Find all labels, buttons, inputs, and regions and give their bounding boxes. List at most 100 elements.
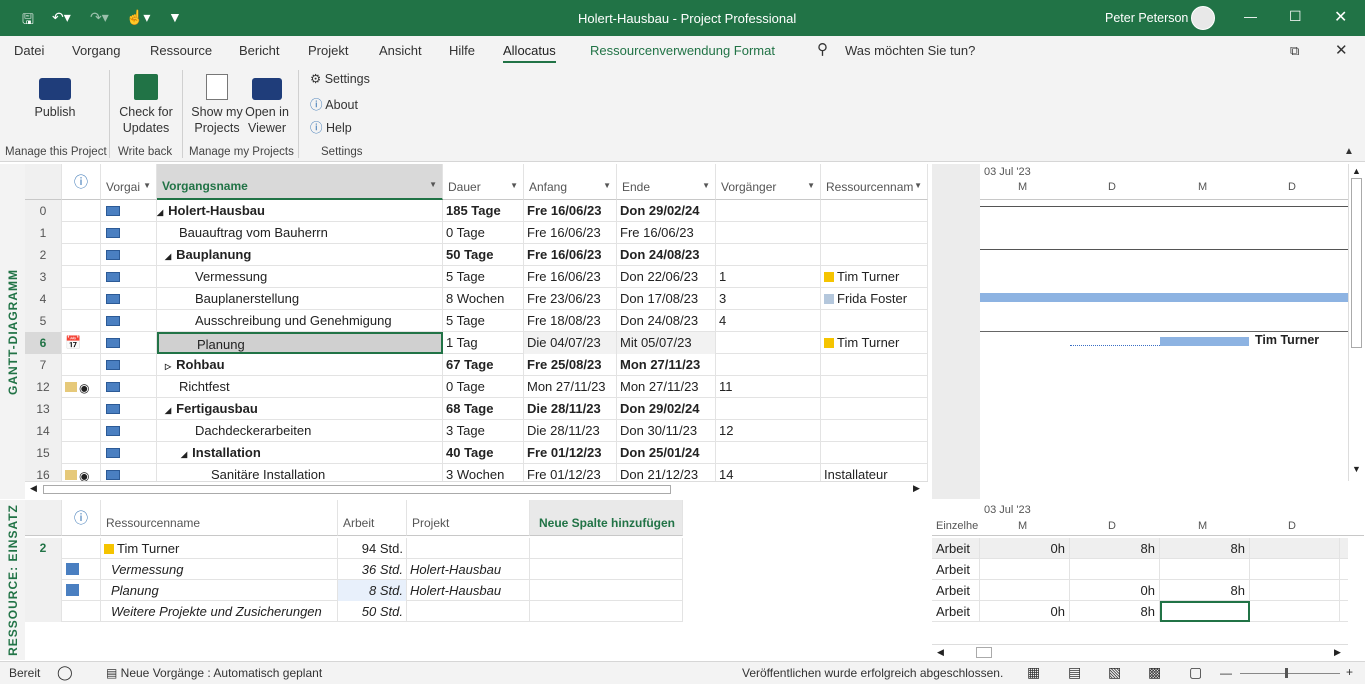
task-mode-cell[interactable] [101, 442, 157, 464]
col-header-project[interactable]: Projekt [407, 500, 530, 536]
horizontal-scrollbar[interactable]: ◀ ▶ [25, 481, 928, 497]
indicators-header[interactable]: ⓘ [62, 164, 101, 200]
publish-button[interactable]: Publish [20, 78, 90, 120]
predecessor-cell[interactable] [716, 354, 821, 376]
customize-qat-icon[interactable]: ▼ [168, 9, 182, 25]
team-planner-icon[interactable]: ▧ [1108, 664, 1121, 681]
usage-grid-row[interactable]: Arbeit 0h 8h [932, 580, 1348, 601]
gantt-row[interactable]: 15 ◢ Installation 40 Tage Fre 01/12/23 Don 25… [25, 442, 928, 464]
scroll-up-icon[interactable]: ▲ [1352, 166, 1361, 176]
gantt-view-icon[interactable]: ▦ [1027, 664, 1040, 681]
tab-vorgang[interactable]: Vorgang [72, 43, 120, 58]
usage-grid-row[interactable]: Arbeit 0h 8h [932, 601, 1348, 622]
report-icon[interactable]: ▢ [1189, 664, 1202, 681]
avatar[interactable] [1191, 6, 1215, 30]
work-value-cell[interactable]: 8h [1160, 580, 1250, 601]
work-value-cell[interactable] [1250, 601, 1340, 622]
duration-cell[interactable]: 5 Tage [443, 266, 524, 288]
indicators-header[interactable]: ⓘ [62, 500, 101, 536]
row-id[interactable]: 3 [25, 266, 62, 288]
end-cell[interactable]: Mon 27/11/23 [617, 354, 716, 376]
duration-cell[interactable]: 185 Tage [443, 200, 524, 222]
save-icon[interactable]: 🖫 [22, 9, 34, 33]
scroll-down-icon[interactable]: ▼ [1352, 464, 1361, 474]
task-name-cell[interactable]: ▷ Rohbau [157, 354, 443, 376]
row-id[interactable]: 12 [25, 376, 62, 398]
scroll-thumb[interactable] [43, 485, 671, 494]
project-cell[interactable]: Holert-Hausbau [407, 580, 530, 601]
predecessor-cell[interactable]: 12 [716, 420, 821, 442]
task-mode-cell[interactable] [101, 266, 157, 288]
resource-name-cell[interactable]: Vermessung [101, 559, 338, 580]
predecessor-cell[interactable]: 11 [716, 376, 821, 398]
end-cell[interactable]: Don 30/11/23 [617, 420, 716, 442]
select-all-header[interactable] [25, 164, 62, 200]
scroll-left-icon[interactable]: ◀ [30, 483, 37, 494]
duration-cell[interactable]: 40 Tage [443, 442, 524, 464]
resource-name-cell[interactable]: Planung [101, 580, 338, 601]
end-cell[interactable]: Don 22/06/23 [617, 266, 716, 288]
gantt-row[interactable]: 6 📅 Planung 1 Tag Die 04/07/23 Mit 05/07/23 Ti… [25, 332, 928, 354]
resource-cell[interactable] [821, 222, 928, 244]
work-value-cell[interactable]: 8h [1070, 538, 1160, 559]
row-id[interactable]: 1 [25, 222, 62, 244]
close-project-icon[interactable]: ✕ [1335, 41, 1348, 59]
resource-name-cell[interactable]: Tim Turner [101, 538, 338, 559]
usage-row[interactable]: Planung 8 Std. Holert-Hausbau [25, 580, 683, 601]
open-viewer-button[interactable]: Open in Viewer [242, 74, 292, 136]
predecessor-cell[interactable] [716, 222, 821, 244]
expand-icon[interactable]: ▷ [165, 362, 171, 371]
task-usage-icon[interactable]: ▤ [1068, 664, 1081, 681]
task-mode-cell[interactable] [101, 354, 157, 376]
tab-ressource[interactable]: Ressource [150, 43, 212, 58]
start-cell[interactable]: Die 28/11/23 [524, 398, 617, 420]
col-header-mode[interactable]: Vorgai ▼ [101, 164, 157, 200]
task-name-cell[interactable]: ◢ Installation [157, 442, 443, 464]
scroll-left-icon[interactable]: ◀ [937, 647, 944, 658]
task-mode-cell[interactable] [101, 332, 157, 354]
end-cell[interactable]: Mon 27/11/23 [617, 376, 716, 398]
task-name-cell[interactable]: Dachdeckerarbeiten [157, 420, 443, 442]
col-header-work[interactable]: Arbeit [338, 500, 407, 536]
project-cell[interactable]: Holert-Hausbau [407, 559, 530, 580]
end-cell[interactable]: Don 24/08/23 [617, 244, 716, 266]
predecessor-cell[interactable] [716, 332, 821, 354]
task-name-cell[interactable]: Bauauftrag vom Bauherrn [157, 222, 443, 244]
gantt-row[interactable]: 14 Dachdeckerarbeiten 3 Tage Die 28/11/23 Do… [25, 420, 928, 442]
predecessor-cell[interactable] [716, 398, 821, 420]
resource-cell[interactable] [821, 398, 928, 420]
resource-cell[interactable] [821, 244, 928, 266]
duration-cell[interactable]: 3 Tage [443, 420, 524, 442]
col-header-name[interactable]: Vorgangsname ▼ [157, 164, 443, 200]
work-value-cell[interactable] [980, 559, 1070, 580]
task-name-cell[interactable]: Ausschreibung und Genehmigung [157, 310, 443, 332]
start-cell[interactable]: Fre 23/06/23 [524, 288, 617, 310]
usage-row[interactable]: Weitere Projekte und Zusicherungen 50 Std… [25, 601, 683, 622]
empty-cell[interactable] [530, 601, 683, 622]
tab-datei[interactable]: Datei [14, 43, 44, 58]
empty-cell[interactable] [530, 580, 683, 601]
predecessor-cell[interactable] [716, 200, 821, 222]
task-mode-cell[interactable] [101, 398, 157, 420]
resource-cell[interactable] [821, 420, 928, 442]
start-cell[interactable]: Fre 25/08/23 [524, 354, 617, 376]
duration-cell[interactable]: 0 Tage [443, 376, 524, 398]
resource-name-cell[interactable]: Weitere Projekte und Zusicherungen [101, 601, 338, 622]
scroll-right-icon[interactable]: ▶ [1334, 647, 1341, 658]
zoom-slider-thumb[interactable] [1285, 668, 1288, 678]
task-mode-cell[interactable] [101, 376, 157, 398]
start-cell[interactable]: Die 04/07/23 [524, 332, 617, 354]
macro-icon[interactable]: ◯ [57, 664, 73, 681]
task-name-cell[interactable]: ◢ Fertigausbau [157, 398, 443, 420]
row-id[interactable]: 2 [25, 244, 62, 266]
resource-sheet-icon[interactable]: ▩ [1148, 664, 1161, 681]
row-id[interactable]: 5 [25, 310, 62, 332]
work-value-cell[interactable]: 0h [980, 538, 1070, 559]
task-mode-cell[interactable] [101, 222, 157, 244]
collapse-icon[interactable]: ◢ [157, 208, 163, 217]
tell-me-search[interactable]: Was möchten Sie tun? [845, 43, 975, 58]
user-name[interactable]: Peter Peterson [1105, 11, 1188, 25]
close-icon[interactable]: ✕ [1334, 7, 1347, 27]
redo-icon[interactable]: ↷▾ [90, 9, 109, 26]
collapse-icon[interactable]: ◢ [181, 450, 187, 459]
